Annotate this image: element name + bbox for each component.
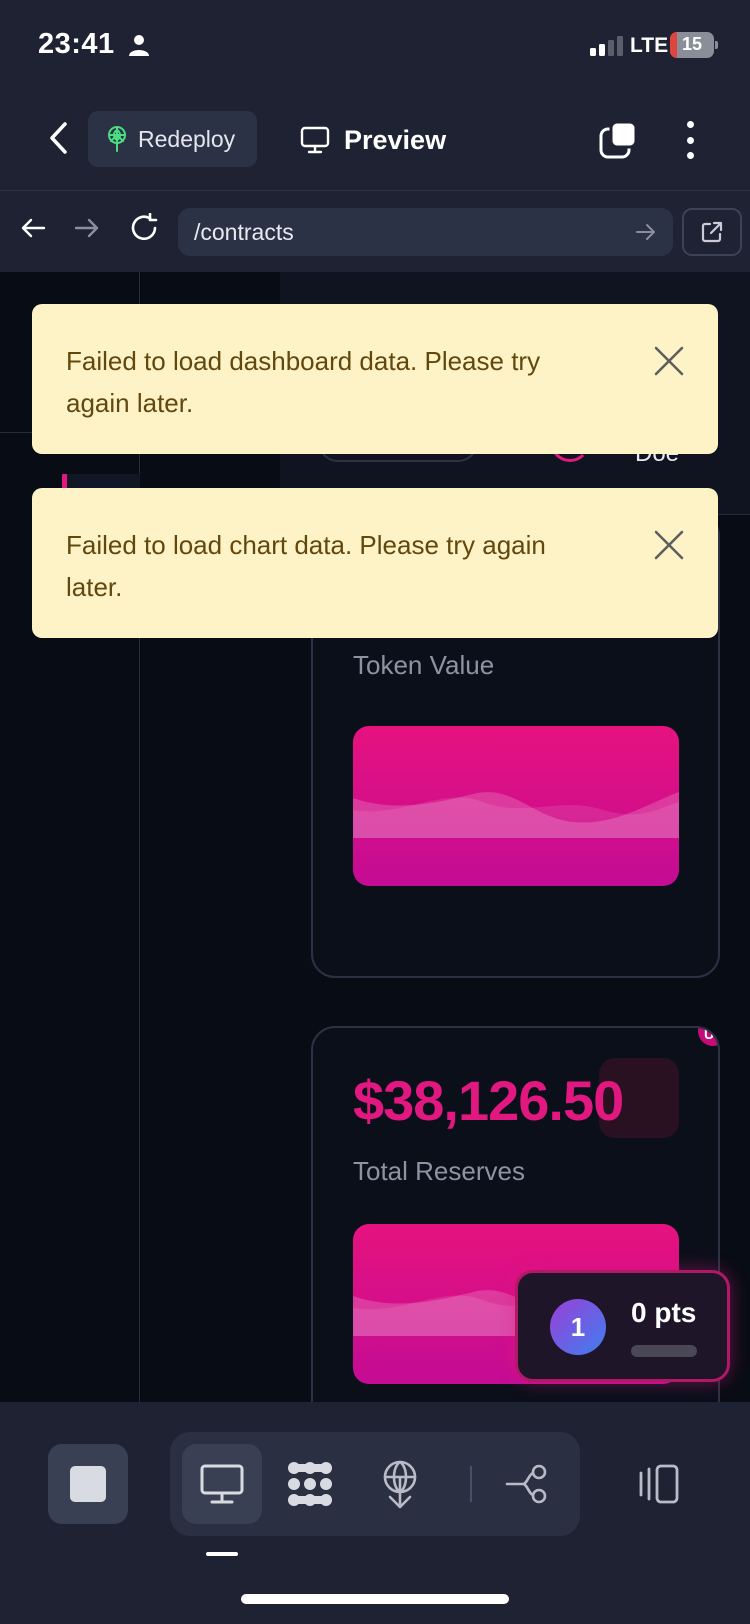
- preview-tab[interactable]: Preview: [300, 118, 446, 162]
- points-widget[interactable]: 1 0 pts: [515, 1270, 730, 1382]
- url-bar[interactable]: /contracts: [178, 208, 673, 256]
- error-toast: Failed to load dashboard data. Please tr…: [32, 304, 718, 454]
- card-label: Token Value: [353, 650, 495, 680]
- deploy-icon: [108, 126, 126, 152]
- arrow-left-icon: [21, 218, 46, 238]
- error-toast: Failed to load chart data. Please try ag…: [32, 488, 718, 638]
- card-label: Total Reserves: [353, 1156, 525, 1186]
- deploy-icon: [383, 1460, 417, 1509]
- deploy-view-button[interactable]: [360, 1444, 440, 1524]
- stop-icon: [70, 1466, 106, 1502]
- level-badge: 1: [550, 1299, 606, 1355]
- card-sparkline: [353, 726, 679, 886]
- go-arrow-icon[interactable]: [635, 221, 657, 243]
- signal-icon: [590, 36, 623, 56]
- toolbar-divider: [470, 1466, 472, 1502]
- points-value: 0 pts: [631, 1297, 697, 1328]
- open-external-button[interactable]: [682, 208, 742, 256]
- layout-toggle-button[interactable]: [630, 1444, 690, 1524]
- home-indicator[interactable]: [241, 1594, 509, 1604]
- url-text: /contracts: [194, 218, 294, 245]
- desktop-icon: [200, 1464, 244, 1504]
- status-time: 23:41: [38, 28, 115, 60]
- browser-forward-button[interactable]: [70, 211, 104, 245]
- monitor-icon: [300, 126, 330, 154]
- battery-icon: 15: [670, 32, 718, 58]
- git-view-button[interactable]: [488, 1444, 568, 1524]
- close-icon[interactable]: [652, 528, 686, 562]
- person-icon: [129, 35, 149, 56]
- tabs-icon[interactable]: [598, 120, 638, 160]
- view-switcher: [170, 1432, 580, 1536]
- reload-icon: [131, 213, 158, 241]
- nodes-view-button[interactable]: [270, 1444, 350, 1524]
- reload-button[interactable]: [127, 211, 161, 245]
- dot: [686, 121, 694, 128]
- external-link-icon: [701, 221, 723, 243]
- preview-label: Preview: [344, 124, 447, 155]
- nodes-icon: [288, 1462, 332, 1506]
- dot: [686, 152, 694, 159]
- bottom-toolbar: [0, 1402, 750, 1624]
- active-tab-indicator: [206, 1552, 238, 1556]
- layout-icon: [639, 1464, 679, 1504]
- dot: [686, 136, 694, 144]
- git-branch-icon: [505, 1464, 547, 1504]
- toast-message: Failed to load chart data. Please try ag…: [66, 530, 546, 602]
- app-header: Redeploy Preview: [0, 92, 750, 190]
- redeploy-button[interactable]: Redeploy: [88, 111, 257, 167]
- more-options-button[interactable]: [680, 118, 700, 162]
- close-icon[interactable]: [652, 344, 686, 378]
- arrow-right-icon: [74, 218, 99, 238]
- redeploy-label: Redeploy: [138, 125, 236, 152]
- corner-badge: US: [698, 1026, 718, 1046]
- chevron-left-icon: [50, 122, 67, 154]
- browser-back-button[interactable]: [16, 211, 50, 245]
- back-button[interactable]: [38, 116, 78, 160]
- network-type: LTE: [630, 34, 669, 57]
- corner-badge-text: US: [704, 1026, 718, 1042]
- desktop-view-button[interactable]: [182, 1444, 262, 1524]
- browser-bar: /contracts: [0, 190, 750, 272]
- battery-level: 15: [681, 34, 703, 54]
- status-bar: 23:41 LTE 15: [0, 0, 750, 92]
- points-progress-bar: [631, 1345, 697, 1357]
- stop-button[interactable]: [48, 1444, 128, 1524]
- card-value: $38,126.50: [353, 1069, 624, 1132]
- toast-message: Failed to load dashboard data. Please tr…: [66, 346, 541, 418]
